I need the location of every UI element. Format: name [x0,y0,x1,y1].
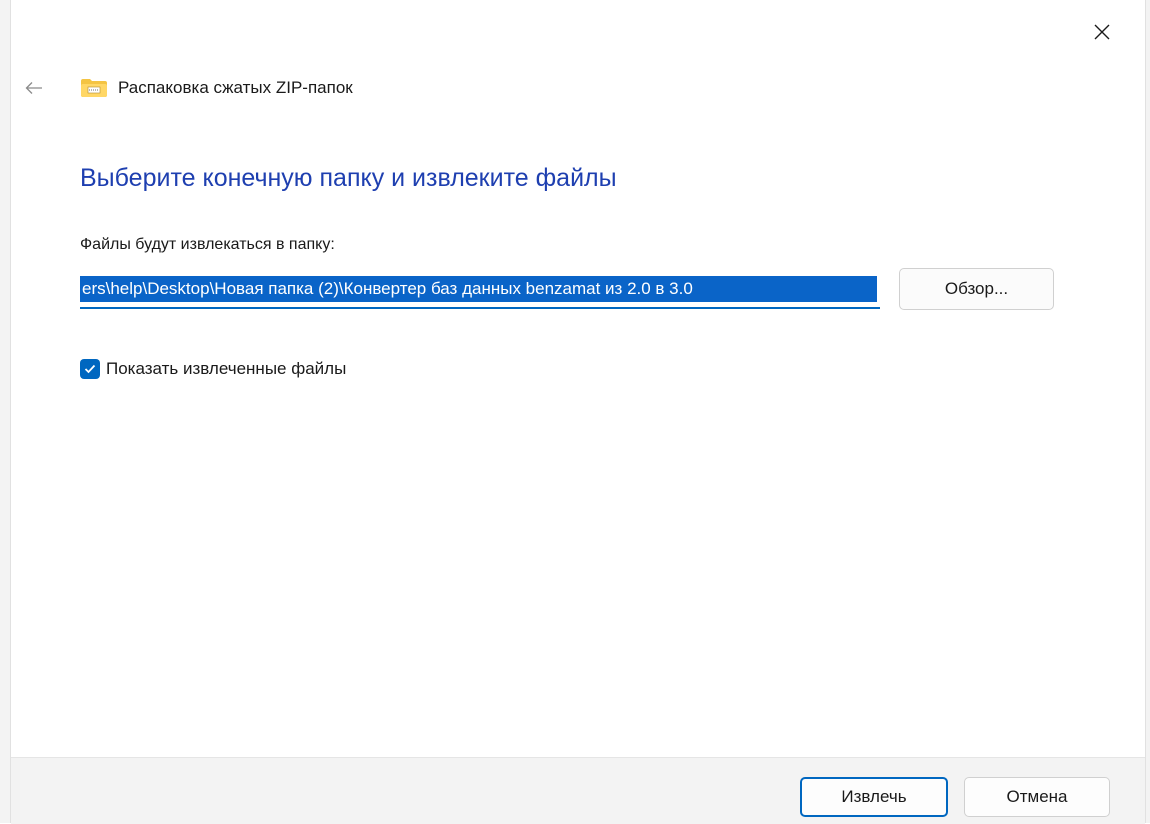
dialog-title-row: Распаковка сжатых ZIP-папок [80,76,353,100]
show-extracted-files-option[interactable]: Показать извлеченные файлы [80,356,346,382]
checkmark-icon [84,364,96,374]
browse-button[interactable]: Обзор... [899,268,1054,310]
destination-path-selection: ers\help\Desktop\Новая папка (2)\Конверт… [80,276,877,302]
show-extracted-files-label: Показать извлеченные файлы [106,359,347,378]
destination-path-text: ers\help\Desktop\Новая папка (2)\Конверт… [82,279,693,298]
window-left-edge [0,0,11,823]
destination-path-input[interactable]: ers\help\Desktop\Новая папка (2)\Конверт… [80,271,880,309]
cancel-button[interactable]: Отмена [964,777,1110,817]
extract-zip-dialog: Распаковка сжатых ZIP-папок Выберите кон… [0,0,1150,824]
window-right-edge [1145,0,1150,823]
close-button[interactable] [1082,14,1122,50]
back-button[interactable] [22,74,46,102]
dialog-title: Распаковка сжатых ZIP-папок [118,78,353,97]
show-extracted-files-checkbox[interactable] [80,359,100,379]
close-icon [1094,24,1110,40]
page-heading: Выберите конечную папку и извлеките файл… [80,164,617,192]
back-arrow-icon [25,82,42,94]
extract-button[interactable]: Извлечь [800,777,948,817]
destination-label: Файлы будут извлекаться в папку: [80,236,335,253]
zip-folder-icon [81,79,107,97]
